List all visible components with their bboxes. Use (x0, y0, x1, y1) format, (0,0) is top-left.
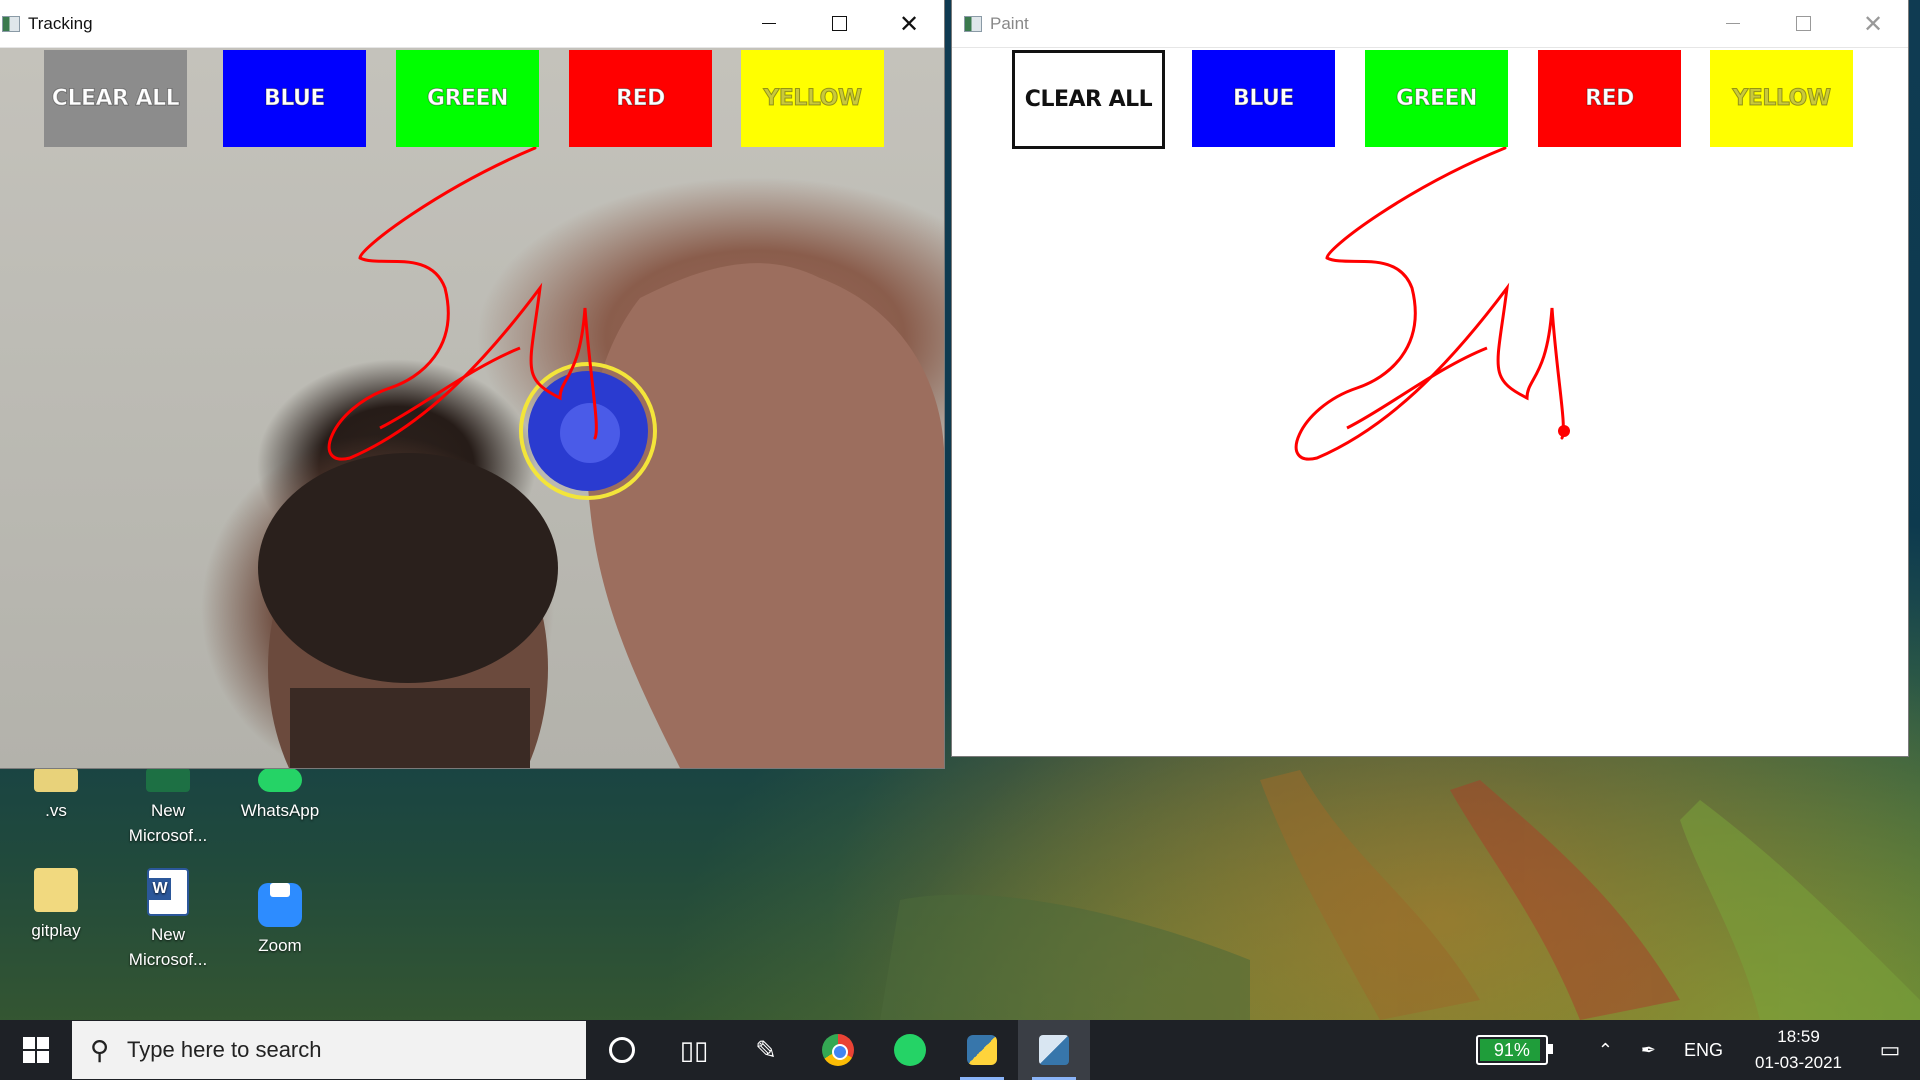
minimize-icon (1726, 23, 1740, 24)
taskbar-search-box[interactable]: ⚲ Type here to search (72, 1021, 586, 1079)
clock-date: 01-03-2021 (1755, 1053, 1842, 1072)
desktop-icon-vs[interactable]: .vs (10, 768, 102, 823)
python-icon (967, 1035, 997, 1065)
camera-scene (258, 146, 944, 768)
paint-color-buttons: CLEAR ALL BLUE GREEN RED YELLOW (952, 48, 1904, 149)
excel-icon (146, 768, 190, 792)
paint-titlebar[interactable]: Paint ✕ (952, 0, 1908, 48)
language-indicator[interactable]: ENG (1684, 1040, 1723, 1061)
minimize-button[interactable] (734, 0, 804, 47)
taskbar-app-notes[interactable]: ✎ (730, 1020, 802, 1080)
green-button[interactable]: GREEN (1365, 50, 1508, 147)
windows-logo-icon (23, 1037, 49, 1063)
close-icon: ✕ (1862, 9, 1884, 38)
desktop-icon-zoom[interactable]: Zoom (234, 868, 326, 958)
whatsapp-icon (894, 1034, 926, 1066)
word-icon: W (147, 868, 189, 916)
taskbar-app-chrome[interactable] (802, 1020, 874, 1080)
desktop-icon-label: New Microsof... (128, 801, 208, 845)
paint-window[interactable]: Paint ✕ CLEAR ALL BLUE GREEN RED YELLOW (952, 0, 1908, 756)
zoom-icon (258, 883, 302, 927)
desktop-icon-label: .vs (45, 801, 67, 820)
yellow-button[interactable]: YELLOW (741, 50, 884, 147)
task-view-icon: ▯▯ (679, 1034, 709, 1065)
folder-icon (34, 768, 78, 792)
minimize-button[interactable] (1698, 0, 1768, 47)
desktop-icon-gitplay[interactable]: gitplay (10, 868, 102, 943)
app-icon (2, 15, 20, 32)
python-window-icon (1039, 1035, 1069, 1065)
whatsapp-icon (258, 768, 302, 792)
paint-drawing (1294, 146, 1570, 461)
notification-icon: ▭ (1879, 1037, 1901, 1062)
clear-all-button[interactable]: CLEAR ALL (44, 50, 187, 147)
taskbar: ⚲ Type here to search ▯▯ ✎ 91% ⌃ ✒ ENG 1… (0, 1020, 1920, 1080)
clear-all-button[interactable]: CLEAR ALL (1012, 50, 1165, 149)
tracking-titlebar[interactable]: Tracking ✕ (0, 0, 944, 48)
desktop-icon-label: gitplay (31, 921, 81, 940)
show-hidden-icons-chevron-up-icon[interactable]: ⌃ (1598, 1040, 1613, 1061)
clock[interactable]: 18:59 01-03-2021 (1755, 1024, 1842, 1076)
close-button[interactable]: ✕ (874, 0, 944, 47)
close-button[interactable]: ✕ (1838, 0, 1908, 47)
app-icon (964, 15, 982, 32)
search-icon: ⚲ (90, 1034, 110, 1065)
cortana-icon (609, 1037, 635, 1063)
red-button[interactable]: RED (569, 50, 712, 147)
desktop-icon-excel[interactable]: New Microsof... (122, 768, 214, 848)
yellow-button[interactable]: YELLOW (1710, 50, 1853, 147)
tracking-color-buttons: CLEAR ALL BLUE GREEN RED YELLOW (0, 48, 944, 148)
pen-icon[interactable]: ✒ (1641, 1040, 1656, 1061)
chrome-icon (822, 1034, 854, 1066)
desktop-icon-whatsapp[interactable]: WhatsApp (234, 768, 326, 823)
cortana-button[interactable] (586, 1020, 658, 1080)
camera-feed: CLEAR ALL BLUE GREEN RED YELLOW (0, 48, 944, 768)
green-button[interactable]: GREEN (396, 50, 539, 147)
minimize-icon (762, 23, 776, 24)
folder-icon (34, 868, 78, 912)
blue-button[interactable]: BLUE (1192, 50, 1335, 147)
tracking-window[interactable]: Tracking ✕ CLEAR ALL BLUE GREEN RED YELL… (0, 0, 944, 768)
search-placeholder: Type here to search (127, 1037, 322, 1062)
close-icon: ✕ (898, 9, 920, 38)
desktop-icon-label: Zoom (258, 936, 302, 955)
battery-indicator[interactable]: 91% (1475, 1035, 1553, 1065)
notifications-button[interactable]: ▭ (1860, 1037, 1920, 1063)
red-button[interactable]: RED (1538, 50, 1681, 147)
taskbar-app-python[interactable] (946, 1020, 1018, 1080)
window-title: Tracking (28, 13, 93, 33)
maximize-button[interactable] (804, 0, 874, 47)
taskbar-app-whatsapp[interactable] (874, 1020, 946, 1080)
battery-percent: 91% (1493, 1039, 1530, 1060)
window-title: Paint (990, 13, 1029, 33)
clock-time: 18:59 (1777, 1027, 1820, 1046)
paint-canvas[interactable]: CLEAR ALL BLUE GREEN RED YELLOW (952, 48, 1904, 754)
notes-app-icon: ✎ (755, 1034, 777, 1065)
start-button[interactable] (0, 1020, 72, 1080)
desktop-icon-label: WhatsApp (240, 801, 320, 820)
taskbar-app-python-window[interactable] (1018, 1020, 1090, 1080)
system-tray: 91% ⌃ ✒ ENG 18:59 01-03-2021 ▭ (1475, 1020, 1920, 1080)
maximize-button[interactable] (1768, 0, 1838, 47)
maximize-icon (831, 16, 847, 31)
task-view-button[interactable]: ▯▯ (658, 1020, 730, 1080)
desktop-icon-label: New Microsof... (128, 925, 208, 969)
maximize-icon (1795, 16, 1811, 31)
desktop-icon-word[interactable]: W New Microsof... (122, 868, 214, 972)
blue-button[interactable]: BLUE (223, 50, 366, 147)
